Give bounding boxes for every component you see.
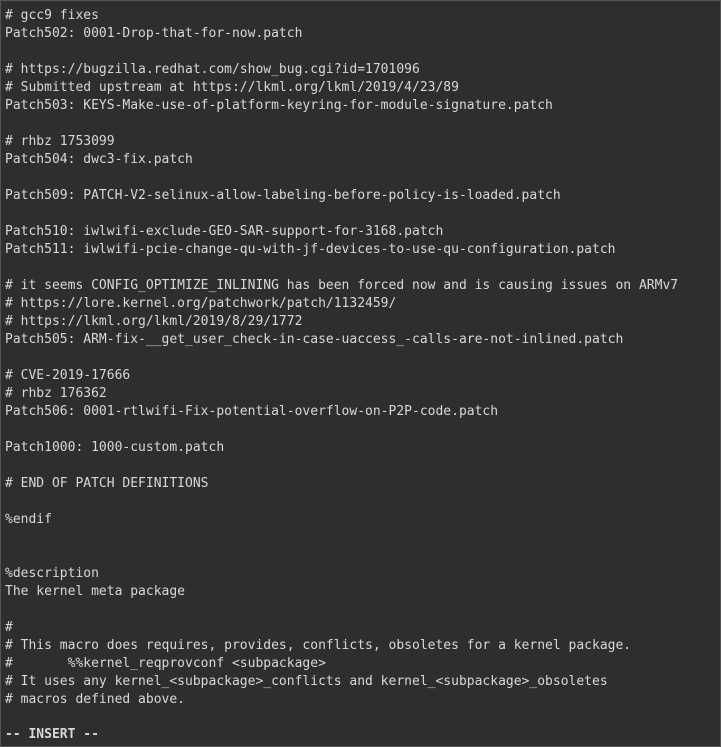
editor-line[interactable]: # https://lkml.org/lkml/2019/8/29/1772 bbox=[5, 313, 716, 331]
editor-line[interactable] bbox=[5, 529, 716, 547]
editor-line[interactable]: Patch502: 0001-Drop-that-for-now.patch bbox=[5, 25, 716, 43]
editor-line[interactable]: Patch506: 0001-rtlwifi-Fix-potential-ove… bbox=[5, 403, 716, 421]
editor-line[interactable]: # https://bugzilla.redhat.com/show_bug.c… bbox=[5, 61, 716, 79]
editor-line[interactable]: Patch511: iwlwifi-pcie-change-qu-with-jf… bbox=[5, 241, 716, 259]
editor-line[interactable]: Patch1000: 1000-custom.patch bbox=[5, 439, 716, 457]
editor-line[interactable]: # it seems CONFIG_OPTIMIZE_INLINING has … bbox=[5, 277, 716, 295]
editor-line[interactable]: # macros defined above. bbox=[5, 691, 716, 709]
editor-line[interactable]: # %%kernel_reqprovconf <subpackage> bbox=[5, 655, 716, 673]
editor-line[interactable]: Patch505: ARM-fix-__get_user_check-in-ca… bbox=[5, 331, 716, 349]
editor-line[interactable]: Patch510: iwlwifi-exclude-GEO-SAR-suppor… bbox=[5, 223, 716, 241]
editor-buffer[interactable]: # gcc9 fixesPatch502: 0001-Drop-that-for… bbox=[1, 1, 720, 709]
editor-line[interactable]: # END OF PATCH DEFINITIONS bbox=[5, 475, 716, 493]
editor-line[interactable]: # rhbz 1753099 bbox=[5, 133, 716, 151]
editor-line[interactable]: # bbox=[5, 619, 716, 637]
editor-line[interactable] bbox=[5, 457, 716, 475]
terminal-window[interactable]: # gcc9 fixesPatch502: 0001-Drop-that-for… bbox=[0, 0, 721, 747]
editor-line[interactable]: Patch503: KEYS-Make-use-of-platform-keyr… bbox=[5, 97, 716, 115]
editor-line[interactable]: Patch504: dwc3-fix.patch bbox=[5, 151, 716, 169]
editor-line[interactable] bbox=[5, 349, 716, 367]
editor-line[interactable]: %description bbox=[5, 565, 716, 583]
editor-line[interactable]: # https://lore.kernel.org/patchwork/patc… bbox=[5, 295, 716, 313]
editor-line[interactable]: # CVE-2019-17666 bbox=[5, 367, 716, 385]
editor-line[interactable] bbox=[5, 421, 716, 439]
editor-line[interactable]: # Submitted upstream at https://lkml.org… bbox=[5, 79, 716, 97]
editor-line[interactable] bbox=[5, 547, 716, 565]
editor-line[interactable]: # gcc9 fixes bbox=[5, 7, 716, 25]
editor-line[interactable] bbox=[5, 169, 716, 187]
editor-line[interactable] bbox=[5, 115, 716, 133]
editor-line[interactable]: Patch509: PATCH-V2-selinux-allow-labelin… bbox=[5, 187, 716, 205]
editor-line[interactable] bbox=[5, 43, 716, 61]
editor-line[interactable] bbox=[5, 259, 716, 277]
editor-line[interactable]: # It uses any kernel_<subpackage>_confli… bbox=[5, 673, 716, 691]
editor-line[interactable] bbox=[5, 205, 716, 223]
editor-line[interactable]: %endif bbox=[5, 511, 716, 529]
vim-mode-indicator: -- INSERT -- bbox=[5, 726, 99, 746]
editor-line[interactable]: # rhbz 176362 bbox=[5, 385, 716, 403]
editor-line[interactable] bbox=[5, 493, 716, 511]
editor-line[interactable]: The kernel meta package bbox=[5, 583, 716, 601]
editor-line[interactable]: # This macro does requires, provides, co… bbox=[5, 637, 716, 655]
editor-line[interactable] bbox=[5, 601, 716, 619]
